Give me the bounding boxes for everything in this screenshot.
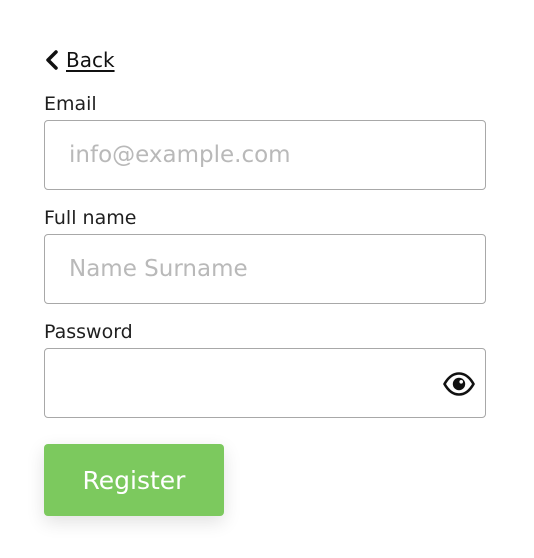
back-link[interactable]: Back bbox=[44, 46, 115, 74]
password-label: Password bbox=[44, 321, 133, 343]
email-label: Email bbox=[44, 93, 97, 115]
eye-icon[interactable] bbox=[443, 371, 475, 397]
back-link-label: Back bbox=[66, 48, 115, 72]
email-field[interactable] bbox=[45, 121, 485, 189]
full-name-field[interactable] bbox=[45, 235, 485, 303]
email-field-container bbox=[44, 120, 486, 190]
chevron-left-icon bbox=[46, 50, 58, 70]
password-field[interactable] bbox=[45, 349, 485, 417]
full-name-label: Full name bbox=[44, 207, 137, 229]
full-name-field-container bbox=[44, 234, 486, 304]
register-button[interactable]: Register bbox=[44, 444, 224, 516]
password-field-container bbox=[44, 348, 486, 418]
